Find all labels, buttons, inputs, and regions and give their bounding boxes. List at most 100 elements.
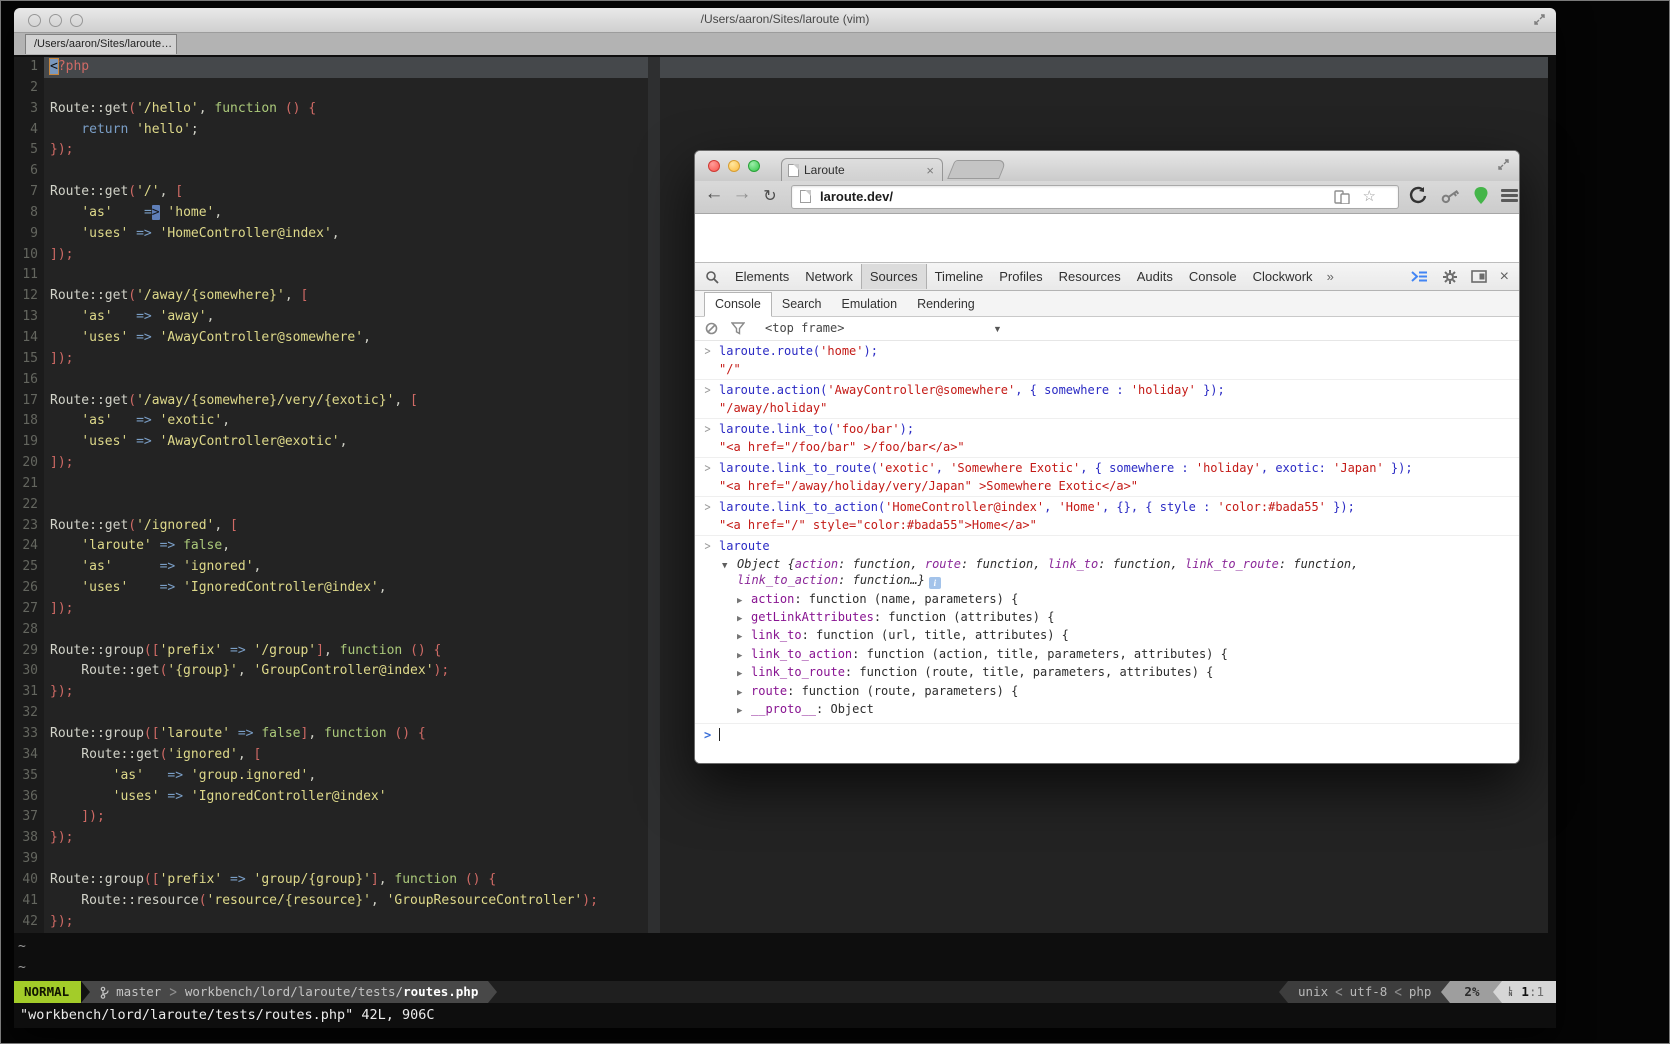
devtools-tab-resources[interactable]: Resources	[1051, 264, 1129, 289]
zoom-icon[interactable]	[748, 160, 760, 172]
editor-line[interactable]: 27]);	[14, 599, 648, 620]
devtools-tab-elements[interactable]: Elements	[727, 264, 797, 289]
editor-line[interactable]: 19 'uses' => 'AwayController@exotic',	[14, 432, 648, 453]
editor-line[interactable]: 23Route::get('/ignored', [	[14, 516, 648, 537]
editor-line[interactable]: 37 ]);	[14, 807, 648, 828]
dock-side-icon[interactable]	[1471, 270, 1487, 283]
editor-line[interactable]: 10]);	[14, 245, 648, 266]
expand-triangle-icon[interactable]: ▶	[737, 703, 742, 719]
devices-icon[interactable]	[1334, 190, 1350, 204]
editor-line[interactable]: 30 Route::get('{group}', 'GroupControlle…	[14, 661, 648, 682]
expand-triangle-icon[interactable]: ▶	[737, 611, 742, 627]
close-icon[interactable]: ×	[1500, 269, 1509, 285]
editor-line[interactable]: 15]);	[14, 349, 648, 370]
editor-line[interactable]: 36 'uses' => 'IgnoredController@index'	[14, 787, 648, 808]
minimize-icon[interactable]	[728, 160, 740, 172]
expand-triangle-icon[interactable]: ▶	[737, 666, 742, 682]
editor-line[interactable]: 24 'laroute' => false,	[14, 536, 648, 557]
editor-line[interactable]: 5});	[14, 140, 648, 161]
editor-line[interactable]: 8 'as' => 'home',	[14, 203, 648, 224]
editor-line[interactable]: 12Route::get('/away/{somewhere}', [	[14, 286, 648, 307]
green-pin-icon[interactable]	[1471, 185, 1491, 207]
expand-icon[interactable]	[1497, 158, 1510, 171]
console-drawer-icon[interactable]	[1410, 270, 1429, 283]
expand-icon[interactable]	[1533, 13, 1546, 26]
filter-icon[interactable]	[731, 322, 745, 335]
expand-triangle-icon[interactable]: ▼	[722, 559, 727, 575]
editor-line[interactable]: 31});	[14, 682, 648, 703]
drawer-tab-console[interactable]: Console	[704, 292, 772, 317]
editor-line[interactable]: 6	[14, 161, 648, 182]
editor-line[interactable]: 2	[14, 78, 648, 99]
editor-line[interactable]: 28	[14, 620, 648, 641]
editor-line[interactable]: 33Route::group(['laroute' => false], fun…	[14, 724, 648, 745]
editor-line[interactable]: 13 'as' => 'away',	[14, 307, 648, 328]
editor-line[interactable]: 9 'uses' => 'HomeController@index',	[14, 224, 648, 245]
vim-vertical-split-divider[interactable]	[648, 57, 660, 933]
gear-icon[interactable]	[1442, 269, 1458, 285]
frame-selector[interactable]: <top frame>	[765, 321, 844, 335]
close-icon[interactable]	[708, 160, 720, 172]
new-tab-button[interactable]	[947, 160, 1007, 179]
devtools-tab-audits[interactable]: Audits	[1129, 264, 1181, 289]
editor-line[interactable]: 16	[14, 370, 648, 391]
console-prompt[interactable]: >	[695, 723, 1519, 747]
editor-line[interactable]: 38});	[14, 828, 648, 849]
url-text[interactable]: laroute.dev/	[820, 189, 893, 204]
editor-line[interactable]: 21	[14, 474, 648, 495]
editor-line[interactable]: 25 'as' => 'ignored',	[14, 557, 648, 578]
bookmark-star-icon[interactable]: ☆	[1363, 187, 1376, 205]
expand-triangle-icon[interactable]: ▶	[737, 629, 742, 645]
clockwork-extension-icon[interactable]	[1407, 185, 1429, 207]
expand-triangle-icon[interactable]: ▶	[737, 593, 742, 609]
editor-line[interactable]: 17Route::get('/away/{somewhere}/very/{ex…	[14, 391, 648, 412]
editor-line[interactable]: 22	[14, 495, 648, 516]
info-icon[interactable]: i	[929, 577, 941, 589]
drawer-tab-search[interactable]: Search	[772, 293, 832, 316]
search-icon[interactable]	[705, 270, 719, 284]
browser-titlebar[interactable]: Laroute ×	[695, 151, 1519, 181]
drawer-tab-rendering[interactable]: Rendering	[907, 293, 985, 316]
expand-triangle-icon[interactable]: ▶	[737, 648, 742, 664]
menu-icon[interactable]	[1501, 189, 1518, 204]
devtools-tab-profiles[interactable]: Profiles	[991, 264, 1050, 289]
editor-line[interactable]: 32	[14, 703, 648, 724]
editor-line[interactable]: 14 'uses' => 'AwayController@somewhere',	[14, 328, 648, 349]
editor-line[interactable]: 29Route::group(['prefix' => '/group'], f…	[14, 641, 648, 662]
editor-line[interactable]: 4 return 'hello';	[14, 120, 648, 141]
editor-line[interactable]: 41 Route::resource('resource/{resource}'…	[14, 891, 648, 912]
devtools-tab-clockwork[interactable]: Clockwork	[1245, 264, 1321, 289]
clear-console-icon[interactable]	[705, 322, 718, 335]
editor-line[interactable]: 35 'as' => 'group.ignored',	[14, 766, 648, 787]
key-icon[interactable]	[1439, 185, 1463, 207]
editor-line[interactable]: 7Route::get('/', [	[14, 182, 648, 203]
editor-lines[interactable]: 1<?php23Route::get('/hello', function ()…	[14, 57, 648, 932]
terminal-titlebar[interactable]: /Users/aaron/Sites/laroute (vim)	[14, 8, 1556, 33]
devtools-tab-timeline[interactable]: Timeline	[927, 264, 992, 289]
expand-triangle-icon[interactable]: ▶	[737, 685, 742, 701]
editor-line[interactable]: 39	[14, 849, 648, 870]
forward-button[interactable]: →	[729, 183, 755, 205]
devtools-tab-network[interactable]: Network	[797, 264, 861, 289]
editor-line[interactable]: 11	[14, 265, 648, 286]
editor-line[interactable]: 20]);	[14, 453, 648, 474]
console-log[interactable]: >laroute.route('home');"/">laroute.actio…	[695, 341, 1519, 763]
editor-line[interactable]: 34 Route::get('ignored', [	[14, 745, 648, 766]
browser-tab[interactable]: Laroute ×	[781, 158, 943, 181]
editor-line[interactable]: 42});	[14, 912, 648, 933]
reload-button[interactable]: ↻	[757, 186, 783, 206]
editor-line[interactable]: 1<?php	[14, 57, 648, 78]
devtools-tab-console[interactable]: Console	[1181, 264, 1245, 289]
terminal-tab[interactable]: /Users/aaron/Sites/laroute…	[25, 34, 177, 54]
tab-overflow-chevron[interactable]: »	[1321, 269, 1340, 284]
drawer-tab-emulation[interactable]: Emulation	[831, 293, 907, 316]
editor-line[interactable]: 40Route::group(['prefix' => 'group/{grou…	[14, 870, 648, 891]
editor-line[interactable]: 26 'uses' => 'IgnoredController@index',	[14, 578, 648, 599]
tab-close-icon[interactable]: ×	[924, 163, 936, 178]
back-button[interactable]: ←	[701, 183, 727, 205]
devtools-tab-sources[interactable]: Sources	[861, 264, 927, 289]
address-bar[interactable]: laroute.dev/ ☆	[791, 185, 1399, 209]
editor-line[interactable]: 18 'as' => 'exotic',	[14, 411, 648, 432]
editor-line[interactable]: 3Route::get('/hello', function () {	[14, 99, 648, 120]
chevron-down-icon[interactable]: ▼	[993, 324, 1002, 334]
